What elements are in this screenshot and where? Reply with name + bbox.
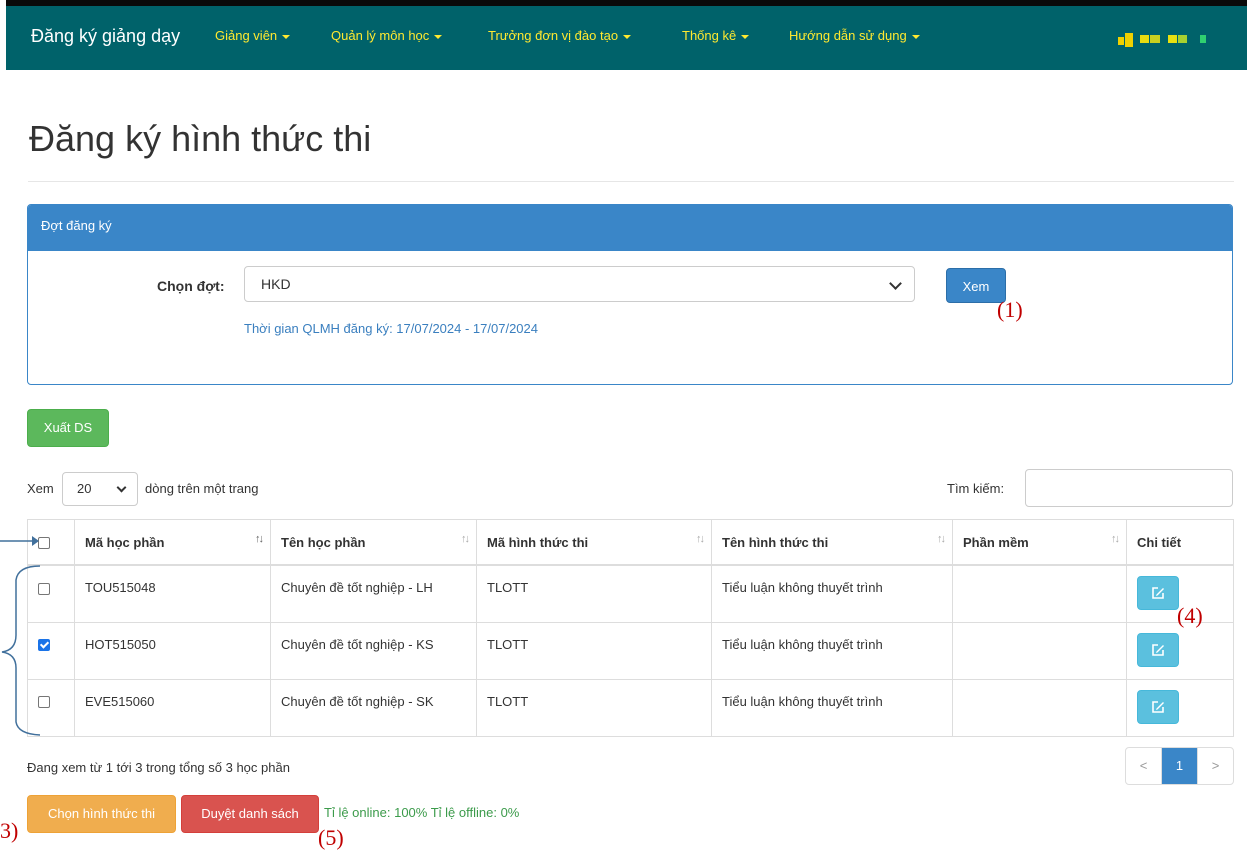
page-title: Đăng ký hình thức thi [29,118,372,159]
column-header-label: Chi tiết [1137,534,1182,550]
table-info: Đang xem từ 1 tới 3 trong tổng số 3 học … [27,760,290,775]
nav-menu-giang-vien[interactable]: Giảng viên [215,28,291,43]
column-header-label: Mã học phần [85,534,165,550]
column-header-chi-tiet: Chi tiết [1126,519,1234,566]
top-navbar: Đăng ký giảng dạy Giảng viên Quản lý môn… [6,0,1247,70]
column-header-ma-hoc-phan[interactable]: Mã học phần ↑↓ [74,519,271,566]
nav-label: Thống kê [682,28,737,43]
exam-name-cell: Tiểu luận không thuyết trình [711,564,953,623]
nav-label: Giảng viên [215,28,278,43]
software-cell [952,621,1127,680]
sort-icon: ↑↓ [937,533,946,545]
edit-button[interactable] [1137,576,1179,610]
period-select-label: Chọn đợt: [157,278,225,294]
course-name-cell: Chuyên đề tốt nghiệp - KS [270,621,477,680]
table-header-row: Mã học phần ↑↓ Tên học phần ↑↓ Mã hình thứ… [27,519,1234,566]
exam-name-cell: Tiểu luận không thuyết trình [711,621,953,680]
column-header-phan-mem[interactable]: Phần mềm ↑↓ [952,519,1127,566]
exam-name-cell: Tiểu luận không thuyết trình [711,678,953,737]
detail-cell [1126,678,1234,737]
exam-code-cell: TLOTT [476,564,712,623]
nav-label: Trưởng đơn vị đào tạo [488,28,619,43]
edit-icon [1152,587,1164,599]
caret-down-icon [623,34,632,39]
exam-code-cell: TLOTT [476,678,712,737]
detail-cell [1126,621,1234,680]
column-header-label: Mã hình thức thi [487,534,589,550]
search-label: Tìm kiếm: [947,481,1005,496]
chevron-down-icon [116,482,127,493]
nav-label: Quản lý môn học [331,28,430,43]
annotation-3: 3) [0,818,19,843]
sort-icon: ↑↓ [696,533,705,545]
choose-exam-form-button[interactable]: Chọn hình thức thi [27,795,176,833]
course-code-cell: HOT515050 [74,621,271,680]
courses-table: Mã học phần ↑↓ Tên học phần ↑↓ Mã hình thứ… [27,519,1234,737]
period-select[interactable]: HKD [244,266,915,302]
period-select-value: HKD [261,276,291,292]
annotation-5: (5) [318,825,344,850]
page-length-select[interactable]: 20 [62,472,138,506]
table-row: HOT515050 Chuyên đề tốt nghiệp - KS TLOT… [27,621,1234,680]
pagination-next[interactable]: > [1198,748,1233,784]
registration-time-info: Thời gian QLMH đăng ký: 17/07/2024 - 17/… [244,321,538,336]
course-code-cell: TOU515048 [74,564,271,623]
course-name-cell: Chuyên đề tốt nghiệp - LH [270,564,477,623]
brand-link[interactable]: Đăng ký giảng dạy [31,26,180,47]
column-header-ten-hoc-phan[interactable]: Tên học phần ↑↓ [270,519,477,566]
caret-down-icon [434,34,443,39]
annotation-arrow-and-bracket [0,536,41,736]
nav-menu-quan-ly-mon-hoc[interactable]: Quản lý môn học [331,28,443,43]
column-header-ten-hinh-thuc-thi[interactable]: Tên hình thức thi ↑↓ [711,519,953,566]
table-row: EVE515060 Chuyên đề tốt nghiệp - SK TLOT… [27,678,1234,737]
panel-heading: Đợt đăng ký [28,205,1232,251]
sort-icon: ↑↓ [1111,533,1120,545]
nav-menu-huong-dan[interactable]: Hướng dẫn sử dụng [789,28,920,43]
software-cell [952,564,1127,623]
sort-icon: ↑↓ [255,533,264,545]
logo-icon [1118,33,1208,47]
caret-down-icon [911,34,920,39]
search-input[interactable] [1025,469,1233,507]
course-name-cell: Chuyên đề tốt nghiệp - SK [270,678,477,737]
pagination: < 1 > [1125,747,1234,785]
column-header-label: Tên hình thức thi [722,534,829,550]
pagination-page-1[interactable]: 1 [1161,748,1198,784]
nav-label: Hướng dẫn sử dụng [789,28,907,43]
annotation-1: (1) [997,297,1023,322]
annotation-4: (4) [1177,603,1203,628]
caret-down-icon [282,34,291,39]
page-length-value: 20 [77,481,92,496]
table-row: TOU515048 Chuyên đề tốt nghiệp - LH TLOT… [27,564,1234,623]
nav-menu-truong-don-vi[interactable]: Trưởng đơn vị đào tạo [488,28,632,43]
chevron-down-icon [889,277,902,290]
nav-menu-thong-ke[interactable]: Thống kê [682,28,750,43]
edit-icon [1152,643,1164,656]
show-label: Xem [27,481,54,496]
approve-list-button[interactable]: Duyệt danh sách [181,795,319,833]
exam-code-cell: TLOTT [476,621,712,680]
registration-period-panel: Đợt đăng ký Chọn đợt: HKD Xem Thời gian … [27,204,1233,385]
column-header-label: Tên học phần [281,534,366,550]
pagination-prev[interactable]: < [1126,748,1161,784]
edit-button[interactable] [1137,632,1179,667]
export-list-button[interactable]: Xuất DS [27,409,109,447]
software-cell [952,678,1127,737]
edit-button[interactable] [1137,689,1179,724]
edit-icon [1152,700,1164,713]
course-code-cell: EVE515060 [74,678,271,737]
rows-per-page-label: dòng trên một trang [145,481,259,496]
caret-down-icon [741,34,750,39]
column-header-label: Phần mềm [963,534,1029,550]
column-header-ma-hinh-thuc-thi[interactable]: Mã hình thức thi ↑↓ [476,519,712,566]
online-offline-ratio: Tỉ lệ online: 100% Tỉ lệ offline: 0% [324,805,520,820]
divider [28,181,1234,182]
sort-icon: ↑↓ [461,533,470,545]
